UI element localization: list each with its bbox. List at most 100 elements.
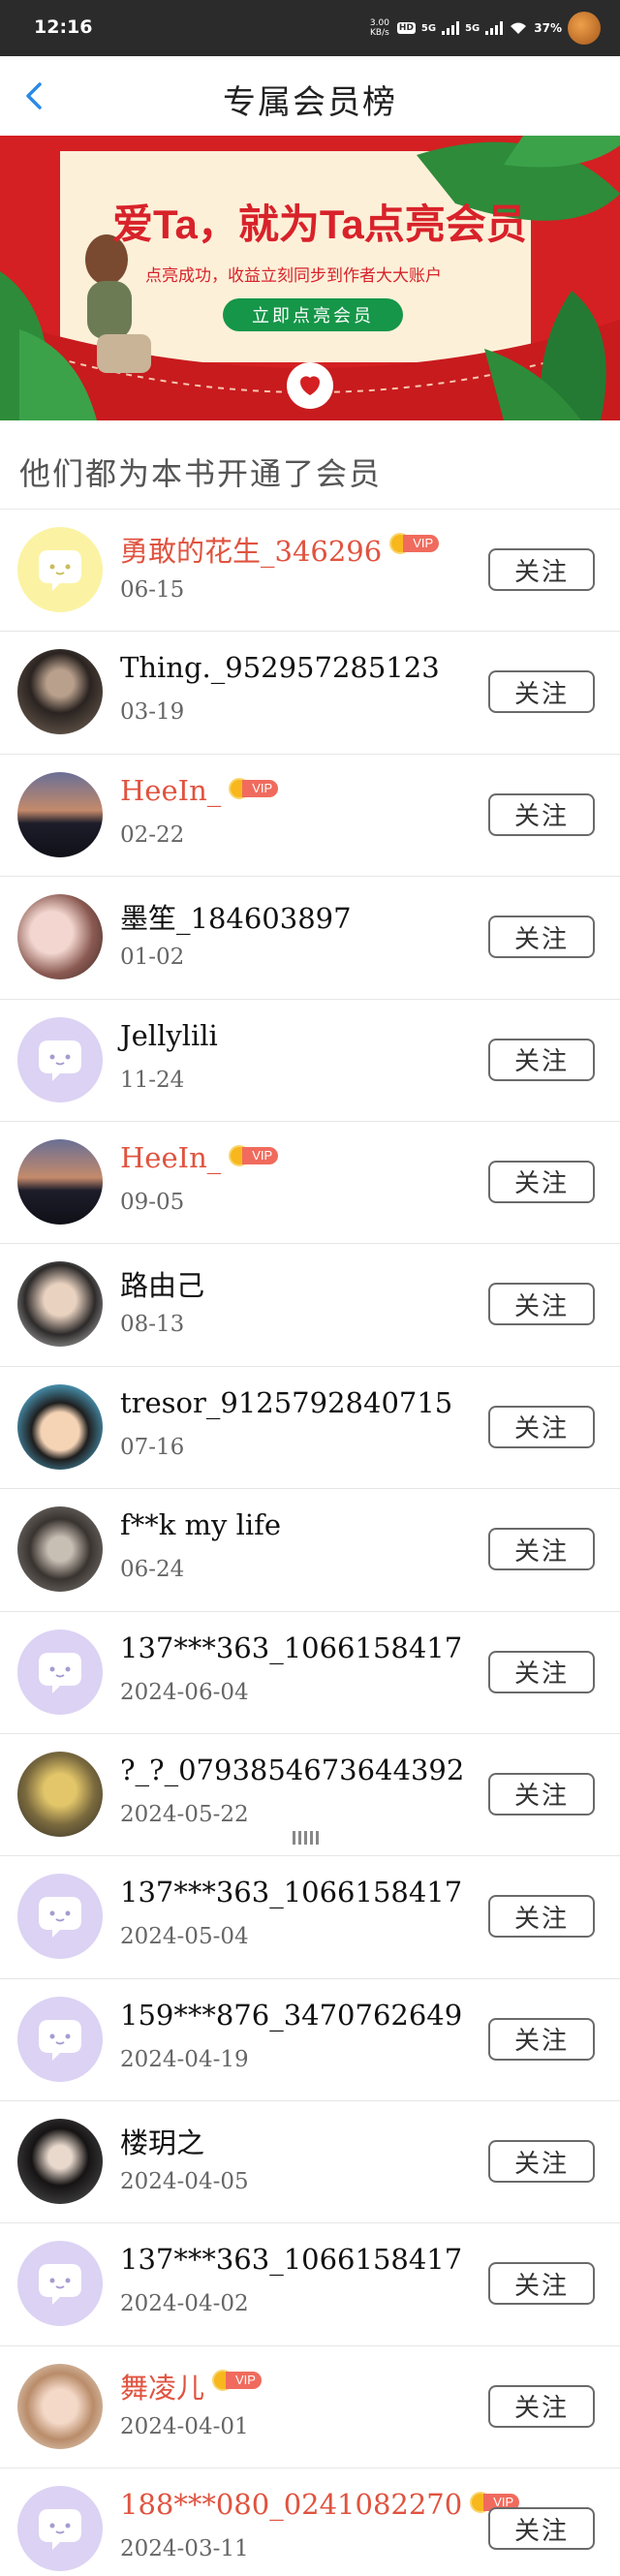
member-name[interactable]: 路由己 — [120, 1263, 204, 1304]
wifi-icon — [511, 22, 527, 34]
follow-button[interactable]: 关注 — [488, 916, 595, 959]
avatar[interactable] — [17, 2241, 103, 2327]
avatar[interactable] — [17, 1751, 103, 1837]
follow-button[interactable]: 关注 — [488, 2262, 595, 2306]
avatar[interactable] — [17, 1874, 103, 1960]
follow-button[interactable]: 关注 — [488, 1528, 595, 1571]
member-row[interactable]: Thing._952957285123 03-19 关注 — [0, 632, 620, 755]
member-row[interactable]: f**k my life 06-24 关注 — [0, 1489, 620, 1612]
avatar[interactable] — [17, 649, 103, 735]
follow-button[interactable]: 关注 — [488, 1895, 595, 1939]
member-date: 06-24 — [120, 1557, 185, 1583]
member-name-text: 勇敢的花生_346296 — [120, 535, 383, 568]
avatar[interactable] — [17, 2119, 103, 2205]
member-date: 01-02 — [120, 945, 185, 971]
follow-button[interactable]: 关注 — [488, 2384, 595, 2428]
vip-label: VIP — [242, 779, 279, 797]
member-name-text: HeeIn_ — [120, 1140, 222, 1174]
member-date: 2024-04-01 — [120, 2413, 249, 2439]
light-up-membership-button[interactable]: 立即点亮会员 — [223, 298, 403, 331]
member-name[interactable]: Thing._952957285123 — [120, 651, 440, 684]
member-date: 2024-05-22 — [120, 1801, 249, 1827]
member-row[interactable]: Jellylili 11-24 关注 — [0, 999, 620, 1122]
member-name[interactable]: 137***363_1066158417 — [120, 1631, 462, 1664]
member-date: 2024-04-19 — [120, 2046, 249, 2072]
follow-button[interactable]: 关注 — [488, 2507, 595, 2551]
follow-button[interactable]: 关注 — [488, 1160, 595, 1203]
follow-button[interactable]: 关注 — [488, 670, 595, 714]
member-name[interactable]: tresor_9125792840715 — [120, 1386, 452, 1419]
avatar[interactable] — [17, 2486, 103, 2572]
member-row[interactable]: 楼玥之 2024-04-05 关注 — [0, 2101, 620, 2224]
member-name[interactable]: 137***363_1066158417 — [120, 2243, 462, 2276]
follow-button[interactable]: 关注 — [488, 1038, 595, 1081]
member-row[interactable]: 勇敢的花生_346296 VIP 06-15 关注 — [0, 510, 620, 633]
avatar[interactable] — [17, 771, 103, 857]
follow-button[interactable]: 关注 — [488, 792, 595, 836]
avatar[interactable] — [17, 1261, 103, 1348]
signal-bars-2-icon — [485, 21, 504, 35]
member-date: 07-16 — [120, 1434, 185, 1460]
member-name[interactable]: 墨笙_184603897 — [120, 896, 352, 937]
avatar[interactable] — [17, 2363, 103, 2449]
avatar[interactable] — [17, 1506, 103, 1593]
promo-banner[interactable]: 爱Ta，就为Ta点亮会员 点亮成功，收益立刻同步到作者大大账户 立即点亮会员 — [0, 136, 620, 420]
member-row[interactable]: 137***363_1066158417 2024-06-04 关注 — [0, 1611, 620, 1734]
member-name[interactable]: 188***080_0241082270 VIP — [120, 2488, 520, 2521]
default-avatar-icon — [39, 2264, 81, 2306]
default-avatar-icon — [39, 1040, 81, 1081]
member-row[interactable]: tresor_9125792840715 07-16 关注 — [0, 1366, 620, 1490]
member-row[interactable]: 舞凌儿 VIP 2024-04-01 关注 — [0, 2345, 620, 2469]
member-name[interactable]: Jellylili — [120, 1019, 218, 1052]
avatar[interactable] — [17, 527, 103, 612]
signal-bars-icon — [442, 21, 460, 35]
member-row[interactable]: 159***876_3470762649 2024-04-19 关注 — [0, 1978, 620, 2102]
follow-button[interactable]: 关注 — [488, 1283, 595, 1326]
member-name[interactable]: 勇敢的花生_346296 VIP — [120, 529, 440, 570]
member-row[interactable]: HeeIn_ VIP 09-05 关注 — [0, 1121, 620, 1245]
follow-button[interactable]: 关注 — [488, 2140, 595, 2184]
member-name-text: ?_?_0793854673644392 — [120, 1753, 465, 1786]
avatar[interactable] — [17, 894, 103, 980]
member-date: 06-15 — [120, 577, 185, 603]
avatar[interactable] — [17, 1629, 103, 1715]
member-row[interactable]: 137***363_1066158417 2024-05-04 关注 — [0, 1856, 620, 1979]
member-name[interactable]: HeeIn_ VIP — [120, 1140, 279, 1174]
member-row[interactable]: HeeIn_ VIP 02-22 关注 — [0, 754, 620, 878]
scroll-indicator — [293, 1831, 319, 1845]
status-app-icon — [568, 12, 601, 45]
member-row[interactable]: 路由己 08-13 关注 — [0, 1244, 620, 1367]
member-name[interactable]: ?_?_0793854673644392 — [120, 1754, 464, 1786]
avatar[interactable] — [17, 1138, 103, 1225]
banner-subtitle: 点亮成功，收益立刻同步到作者大大账户 — [145, 266, 442, 285]
member-date: 2024-06-04 — [120, 1679, 249, 1705]
member-date: 11-24 — [120, 1067, 185, 1093]
vip-label: VIP — [242, 1146, 279, 1164]
member-name-text: Jellylili — [120, 1018, 218, 1052]
member-date: 2024-04-05 — [120, 2169, 249, 2195]
member-name[interactable]: 159***876_3470762649 — [120, 1999, 462, 2032]
member-name[interactable]: f**k my life — [120, 1508, 281, 1541]
battery-level: 37% — [534, 21, 562, 35]
member-name[interactable]: 舞凌儿 VIP — [120, 2366, 262, 2406]
avatar[interactable] — [17, 1383, 103, 1470]
follow-button[interactable]: 关注 — [488, 548, 595, 591]
avatar[interactable] — [17, 1996, 103, 2082]
member-row[interactable]: 137***363_1066158417 2024-04-02 关注 — [0, 2223, 620, 2346]
banner-title: 爱Ta，就为Ta点亮会员 — [112, 202, 527, 247]
member-name[interactable]: 137***363_1066158417 — [120, 1876, 462, 1909]
member-row[interactable]: 188***080_0241082270 VIP 2024-03-11 关注 — [0, 2468, 620, 2576]
signal-label-1: 5G — [420, 22, 437, 34]
member-name[interactable]: 楼玥之 — [120, 2121, 204, 2161]
follow-button[interactable]: 关注 — [488, 2017, 595, 2061]
page-title: 专属会员榜 — [223, 83, 397, 122]
avatar[interactable] — [17, 1016, 103, 1102]
nav-bar: 专属会员榜 — [0, 56, 620, 136]
follow-button[interactable]: 关注 — [488, 1405, 595, 1448]
member-row[interactable]: 墨笙_184603897 01-02 关注 — [0, 877, 620, 1000]
section-header: 他们都为本书开通了会员 — [0, 420, 620, 510]
follow-button[interactable]: 关注 — [488, 1650, 595, 1693]
follow-button[interactable]: 关注 — [488, 1772, 595, 1816]
member-date: 09-05 — [120, 1189, 185, 1215]
member-name[interactable]: HeeIn_ VIP — [120, 774, 279, 807]
